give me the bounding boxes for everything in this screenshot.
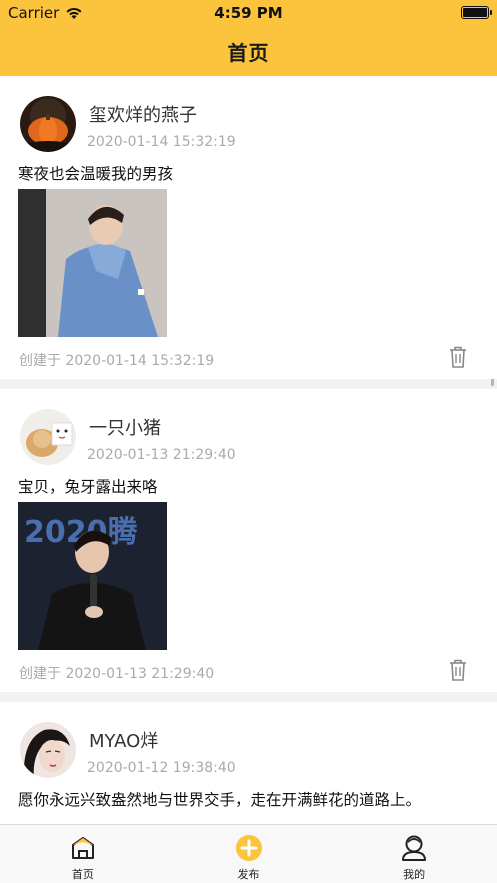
created-at-label: 创建于 2020-01-14 15:32:19 [19,353,215,369]
post-header: 一只小猪 2020-01-13 21:29:40 [18,389,479,469]
post-feed[interactable]: 玺欢烊的燕子 2020-01-14 15:32:19 寒夜也会温暖我的男孩 创建… [0,76,497,824]
post-content: 愿你永远兴致盎然地与世界交手，走在开满鲜花的道路上。 [18,791,422,809]
tab-home[interactable]: 首页 [0,825,166,883]
username[interactable]: MYAO烊 [89,727,158,753]
status-bar: Carrier 4:59 PM [0,0,497,26]
plus-circle-icon [235,835,262,861]
home-icon [71,837,94,859]
post-header: 玺欢烊的燕子 2020-01-14 15:32:19 [18,76,479,156]
tab-home-label: 首页 [71,868,94,881]
post-content: 宝贝，兔牙露出来咯 [18,478,158,496]
avatar[interactable] [20,722,76,778]
username[interactable]: 一只小猪 [89,414,161,440]
page-title: 首页 [227,40,270,65]
post-timestamp: 2020-01-12 19:38:40 [87,760,236,776]
created-at-label: 创建于 2020-01-13 21:29:40 [19,666,215,682]
username[interactable]: 玺欢烊的燕子 [89,101,197,127]
post-header: MYAO烊 2020-01-12 19:38:40 [18,702,479,782]
post-photo[interactable]: 2020腾 [18,502,167,650]
post-body-continued [18,812,479,824]
post-timestamp: 2020-01-13 21:29:40 [87,447,236,463]
post-photo[interactable] [18,189,167,337]
tab-profile-label: 我的 [403,868,426,881]
app-screen: Carrier 4:59 PM 首页 玺欢烊的燕子 2020-01-14 15:… [0,0,497,883]
profile-icon [402,835,427,861]
post-card[interactable]: MYAO烊 2020-01-12 19:38:40 愿你永远兴致盎然地与世界交手… [0,702,497,824]
tab-publish-label: 发布 [237,868,260,881]
navigation-bar: 首页 [0,26,497,76]
tab-publish[interactable]: 发布 [166,825,332,883]
post-timestamp: 2020-01-14 15:32:19 [87,134,236,150]
post-card[interactable]: 一只小猪 2020-01-13 21:29:40 宝贝，兔牙露出来咯 2020腾… [0,389,497,692]
avatar[interactable] [20,96,76,152]
post-card[interactable]: 玺欢烊的燕子 2020-01-14 15:32:19 寒夜也会温暖我的男孩 创建… [0,76,497,379]
trash-icon[interactable] [447,658,469,682]
avatar[interactable] [20,409,76,465]
battery-icon [461,6,492,19]
tab-bar: 首页 发布 我的 [0,824,497,883]
tab-profile[interactable]: 我的 [331,825,497,883]
post-footer: 创建于 2020-01-13 21:29:40 [18,650,479,692]
post-footer: 创建于 2020-01-14 15:32:19 [18,337,479,379]
post-content: 寒夜也会温暖我的男孩 [18,165,174,183]
trash-icon[interactable] [447,345,469,369]
status-time: 4:59 PM [214,4,283,22]
